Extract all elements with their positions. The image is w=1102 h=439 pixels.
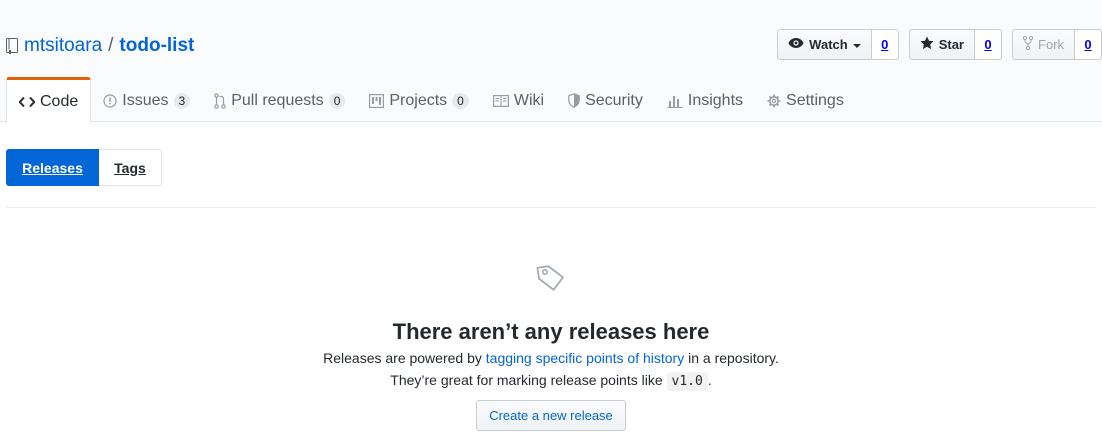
repo-actions: Watch 0 Star 0 Fork 0: [777, 29, 1102, 60]
pull-request-icon: [214, 92, 226, 109]
line1-text-before: Releases are powered by: [323, 350, 486, 366]
star-label: Star: [938, 37, 964, 52]
star-button[interactable]: Star: [908, 29, 975, 60]
project-icon: [369, 93, 385, 108]
tab-projects[interactable]: Projects 0: [357, 78, 480, 123]
empty-state-line-2: They’re great for marking release points…: [0, 369, 1102, 393]
repo-title: mtsitoara / todo-list: [6, 33, 194, 59]
fork-group: Fork 0: [1012, 29, 1102, 60]
fork-button[interactable]: Fork: [1012, 29, 1075, 60]
repo-name-link[interactable]: todo-list: [119, 35, 194, 57]
tag-icon: [535, 262, 567, 294]
tab-projects-label: Projects: [389, 91, 448, 109]
fork-count[interactable]: 0: [1075, 29, 1102, 60]
gear-icon: [767, 94, 781, 108]
repo-separator: /: [108, 35, 114, 56]
tab-pull-requests[interactable]: Pull requests 0: [202, 78, 357, 123]
releases-subnav: Releases Tags: [6, 149, 162, 186]
empty-state-line-1: Releases are powered by tagging specific…: [0, 347, 1102, 369]
tab-insights-label: Insights: [687, 91, 744, 109]
book-icon: [492, 94, 509, 107]
empty-state-heading: There aren’t any releases here: [392, 319, 710, 344]
tab-wiki-label: Wiki: [513, 91, 545, 109]
repo-header: mtsitoara / todo-list Watch 0 Star 0 For…: [0, 0, 1102, 123]
tab-settings-label: Settings: [786, 91, 844, 109]
watch-label: Watch: [809, 37, 848, 52]
issues-counter: 3: [173, 92, 191, 109]
code-icon: [19, 96, 35, 108]
fork-label: Fork: [1038, 37, 1064, 52]
line1-text-after: in a repository.: [684, 350, 779, 366]
line2-text-after: .: [707, 372, 712, 388]
line2-text-before: They’re great for marking release points…: [390, 372, 667, 388]
tab-settings[interactable]: Settings: [755, 78, 856, 123]
pull-requests-counter: 0: [328, 92, 346, 109]
projects-counter: 0: [452, 92, 469, 109]
tab-issues-label: Issues: [122, 91, 169, 109]
fork-icon: [1022, 35, 1034, 53]
tab-security-label: Security: [585, 91, 643, 109]
star-icon: [920, 36, 934, 53]
repo-owner-link[interactable]: mtsitoara: [24, 35, 102, 57]
eye-icon: [788, 37, 804, 52]
watch-button[interactable]: Watch: [777, 29, 872, 60]
tab-code[interactable]: Code: [6, 77, 92, 123]
tags-tab[interactable]: Tags: [99, 149, 162, 186]
watch-count[interactable]: 0: [871, 29, 899, 60]
caret-down-icon: [852, 37, 861, 52]
tab-security[interactable]: Security: [556, 78, 655, 123]
repo-icon: [6, 38, 18, 54]
blankslate: There aren’t any releases here Releases …: [0, 262, 1102, 431]
releases-tab[interactable]: Releases: [6, 149, 99, 186]
issue-icon: [103, 93, 117, 108]
create-release-button[interactable]: Create a new release: [476, 400, 626, 431]
tab-issues[interactable]: Issues 3: [91, 78, 202, 123]
tab-code-label: Code: [40, 92, 79, 110]
tagging-help-link[interactable]: tagging specific points of history: [486, 350, 684, 366]
watch-group: Watch 0: [777, 29, 899, 60]
version-code: v1.0: [666, 372, 708, 391]
graph-icon: [667, 94, 683, 108]
tab-wiki[interactable]: Wiki: [481, 78, 556, 123]
repo-nav-tabs: Code Issues 3 Pull requests 0 Projects 0: [6, 77, 856, 123]
tab-pull-requests-label: Pull requests: [231, 91, 324, 109]
star-count[interactable]: 0: [975, 29, 1002, 60]
shield-icon: [568, 93, 580, 108]
divider: [6, 207, 1096, 208]
star-group: Star 0: [908, 29, 1002, 60]
tab-insights[interactable]: Insights: [655, 78, 755, 123]
